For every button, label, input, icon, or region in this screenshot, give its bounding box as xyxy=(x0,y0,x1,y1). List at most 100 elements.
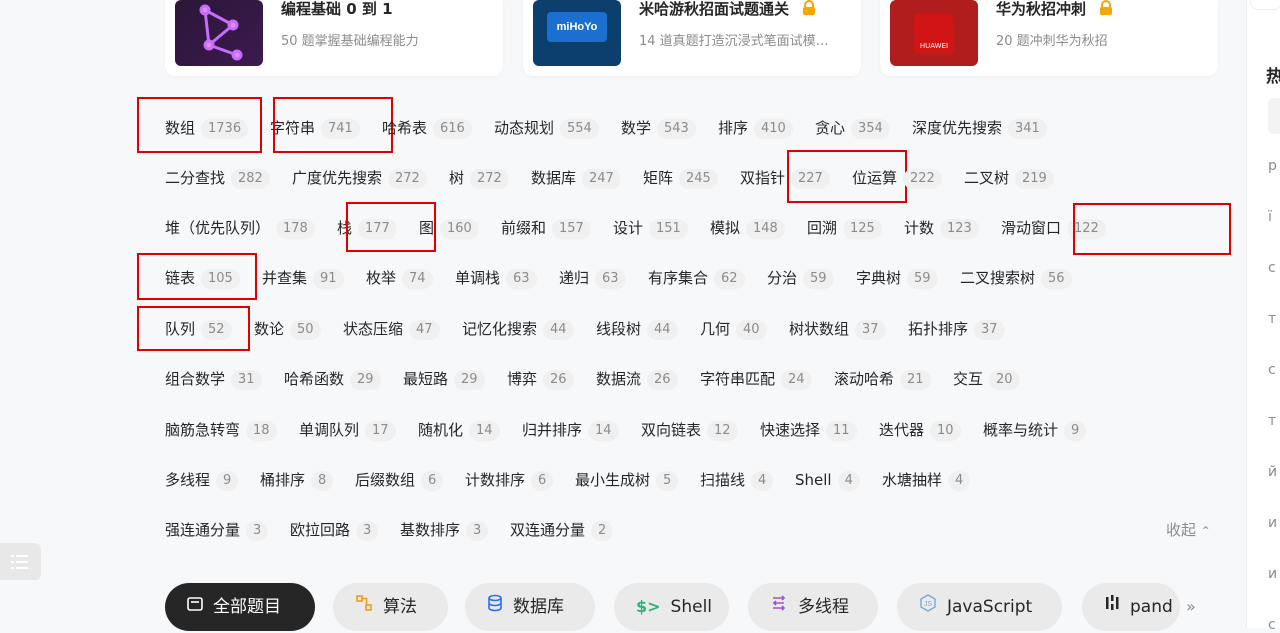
topic-tag[interactable]: 快速选择 11 xyxy=(760,417,857,443)
topic-tag[interactable]: 设计 151 xyxy=(613,215,688,241)
topic-tag[interactable]: 哈希函数 29 xyxy=(284,366,381,392)
topic-tag[interactable]: 最小生成树 5 xyxy=(575,467,679,493)
topic-tag-label: 递归 xyxy=(559,269,590,287)
topic-tag[interactable]: 强连通分量 3 xyxy=(165,517,269,543)
topic-tag[interactable]: 动态规划 554 xyxy=(494,115,599,141)
topic-tag[interactable]: 字符串匹配 24 xyxy=(700,366,812,392)
topic-tag-count: 63 xyxy=(506,269,537,289)
topic-tag[interactable]: 双向链表 12 xyxy=(641,417,738,443)
sidebar-item[interactable]: с xyxy=(1268,362,1280,378)
sidebar-item[interactable]: р xyxy=(1268,158,1280,174)
terminal-icon: $> xyxy=(636,597,661,616)
topic-tag[interactable]: 二叉树 219 xyxy=(964,165,1054,191)
highlight-box xyxy=(137,253,257,300)
topic-tag[interactable]: 排序 410 xyxy=(718,115,793,141)
topic-tag[interactable]: 深度优先搜索 341 xyxy=(912,115,1047,141)
topic-tag[interactable]: 博弈 26 xyxy=(507,366,574,392)
topic-tag[interactable]: 几何 40 xyxy=(700,316,767,342)
topic-tag[interactable]: 二分查找 282 xyxy=(165,165,270,191)
sidebar-item[interactable]: т xyxy=(1268,311,1280,327)
topic-tag[interactable]: 双连通分量 2 xyxy=(510,517,614,543)
topic-tag[interactable]: 多线程 9 xyxy=(165,467,239,493)
topic-tag[interactable]: 后缀数组 6 xyxy=(355,467,444,493)
category-shell[interactable]: $> Shell xyxy=(614,583,729,631)
topic-tag-label: 矩阵 xyxy=(643,169,674,187)
topic-tag[interactable]: 数论 50 xyxy=(254,316,321,342)
topic-tag[interactable]: 归并排序 14 xyxy=(522,417,619,443)
sidebar-item[interactable]: ї xyxy=(1268,209,1280,225)
sidebar-item[interactable]: й xyxy=(1268,464,1280,480)
topic-tag[interactable]: 计数 123 xyxy=(904,215,979,241)
sidebar-item[interactable]: и xyxy=(1268,515,1280,531)
list-menu-button[interactable] xyxy=(0,543,41,580)
topic-tag[interactable]: 回溯 125 xyxy=(807,215,882,241)
topic-tag[interactable]: 数学 543 xyxy=(621,115,696,141)
topic-tag[interactable]: 并查集 91 xyxy=(262,265,344,291)
topic-tag[interactable]: 单调队列 17 xyxy=(299,417,396,443)
topic-tag[interactable]: 图 160 xyxy=(419,215,479,241)
topic-tag[interactable]: 数据库 247 xyxy=(531,165,621,191)
topic-tag[interactable]: 欧拉回路 3 xyxy=(290,517,379,543)
topic-tag[interactable]: 有序集合 62 xyxy=(648,265,745,291)
topic-tag[interactable]: 最短路 29 xyxy=(403,366,485,392)
category-pandas[interactable]: pand xyxy=(1082,583,1180,631)
topic-tag[interactable]: 字典树 59 xyxy=(856,265,938,291)
scroll-right-icon[interactable]: » xyxy=(1186,597,1196,616)
topic-tag[interactable]: 树状数组 37 xyxy=(789,316,886,342)
sidebar-item[interactable]: с xyxy=(1268,617,1280,633)
topic-tag[interactable]: 交互 20 xyxy=(953,366,1020,392)
sidebar-item[interactable]: т xyxy=(1268,413,1280,429)
topic-tag-label: 模拟 xyxy=(710,219,741,237)
category-javascript[interactable]: JS JavaScript xyxy=(897,583,1062,631)
topic-tag-count: 157 xyxy=(552,219,591,239)
topic-tag[interactable]: 哈希表 616 xyxy=(382,115,472,141)
topic-tag[interactable]: 基数排序 3 xyxy=(400,517,489,543)
topic-tag[interactable]: 堆（优先队列） 178 xyxy=(165,215,315,241)
topic-tag[interactable]: 组合数学 31 xyxy=(165,366,262,392)
category-algorithm[interactable]: 算法 xyxy=(333,583,448,631)
topic-tag-label: 滑动窗口 xyxy=(1001,219,1062,237)
menu-list-icon xyxy=(11,555,28,569)
topic-tag[interactable]: 滚动哈希 21 xyxy=(834,366,931,392)
topic-tag[interactable]: 迭代器 10 xyxy=(879,417,961,443)
topic-tag-count: 4 xyxy=(948,471,971,491)
topic-tag[interactable]: 模拟 148 xyxy=(710,215,785,241)
category-multithreading[interactable]: 多线程 xyxy=(748,583,878,631)
topic-tag-label: 设计 xyxy=(613,219,644,237)
topic-tag[interactable]: 桶排序 8 xyxy=(260,467,334,493)
topic-tag[interactable]: 水塘抽样 4 xyxy=(882,467,971,493)
sidebar-item[interactable]: с xyxy=(1268,260,1280,276)
topic-tag[interactable]: 扫描线 4 xyxy=(700,467,774,493)
topic-tag[interactable]: 枚举 74 xyxy=(366,265,433,291)
sidebar-search-box[interactable] xyxy=(1268,98,1280,134)
topic-tag[interactable]: 概率与统计 9 xyxy=(983,417,1087,443)
topic-tag-count: 3 xyxy=(356,521,379,541)
topic-tag-label: 组合数学 xyxy=(165,370,226,388)
topic-tag[interactable]: 数据流 26 xyxy=(596,366,678,392)
topic-tag[interactable]: 脑筋急转弯 18 xyxy=(165,417,277,443)
topic-tag[interactable]: 广度优先搜索 272 xyxy=(292,165,427,191)
topic-tag-count: 2 xyxy=(591,521,614,541)
topic-tag[interactable]: 随机化 14 xyxy=(418,417,500,443)
topic-tag[interactable]: 拓扑排序 37 xyxy=(908,316,1005,342)
topic-tag[interactable]: 计数排序 6 xyxy=(465,467,554,493)
topic-tag[interactable]: 分治 59 xyxy=(767,265,834,291)
topic-tag[interactable]: Shell 4 xyxy=(795,467,860,493)
topic-tag[interactable]: 矩阵 245 xyxy=(643,165,718,191)
topic-tag[interactable]: 记忆化搜索 44 xyxy=(462,316,574,342)
category-database[interactable]: 数据库 xyxy=(465,583,595,631)
topic-tag[interactable]: 树 272 xyxy=(449,165,509,191)
collapse-button[interactable]: 收起 ⌃ xyxy=(1166,519,1211,540)
topic-tag[interactable]: 线段树 44 xyxy=(596,316,678,342)
topic-tag[interactable]: 位运算 222 xyxy=(852,165,942,191)
sidebar-item[interactable]: и xyxy=(1268,566,1280,582)
category-all-problems[interactable]: 全部题目 xyxy=(165,583,315,631)
topic-tag[interactable]: 前缀和 157 xyxy=(501,215,591,241)
topic-tag[interactable]: 状态压缩 47 xyxy=(343,316,440,342)
topic-tag[interactable]: 二叉搜索树 56 xyxy=(960,265,1072,291)
topic-tag[interactable]: 单调栈 63 xyxy=(455,265,537,291)
topic-tag[interactable]: 贪心 354 xyxy=(815,115,890,141)
topic-tag-count: 20 xyxy=(989,370,1020,390)
topic-tag-count: 50 xyxy=(290,320,321,340)
topic-tag[interactable]: 递归 63 xyxy=(559,265,626,291)
